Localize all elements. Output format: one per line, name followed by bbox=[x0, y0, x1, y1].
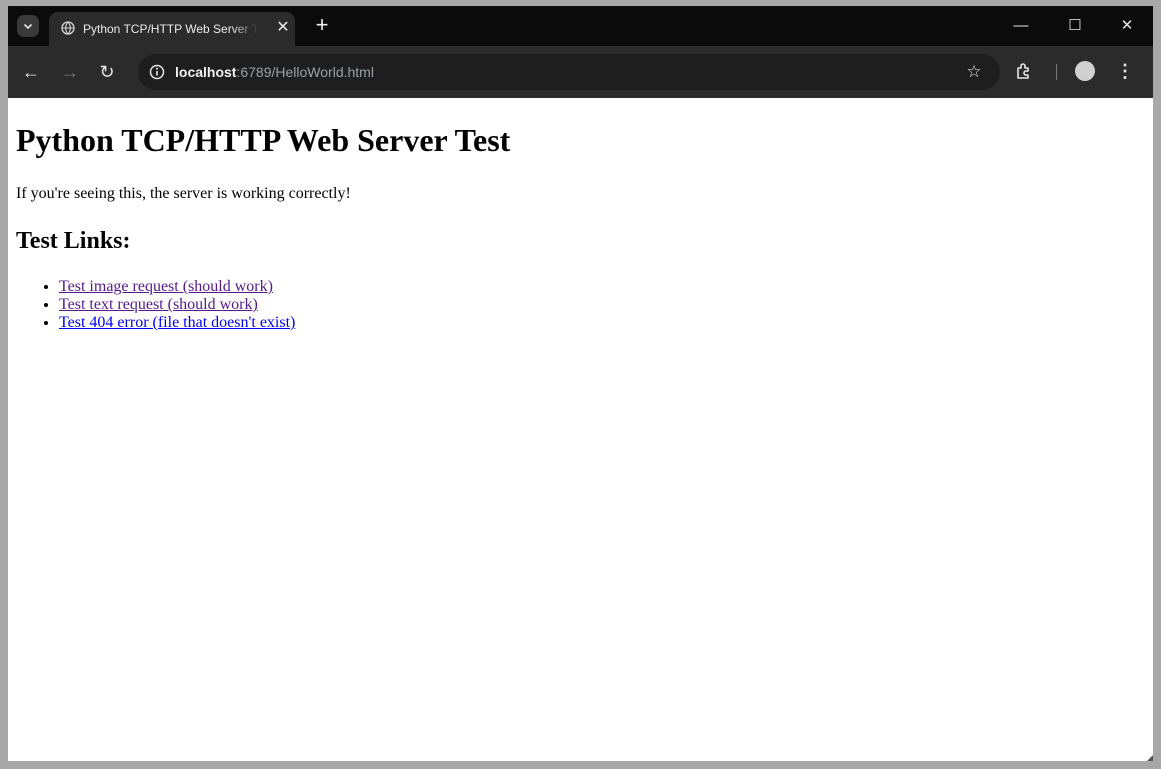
address-bar[interactable]: localhost:6789/HelloWorld.html ☆ bbox=[138, 54, 1000, 90]
list-item: Test image request (should work) bbox=[59, 278, 295, 296]
bookmark-star-icon[interactable]: ☆ bbox=[963, 61, 985, 83]
toolbar-divider bbox=[1056, 64, 1057, 80]
minimize-button[interactable]: — bbox=[1006, 15, 1036, 37]
test-text-link[interactable]: Test text request (should work) bbox=[59, 296, 258, 313]
browser-menu-icon[interactable]: ⋮ bbox=[1114, 60, 1136, 82]
resize-handle-icon[interactable] bbox=[1147, 755, 1153, 761]
test-links-list: Test image request (should work) Test te… bbox=[16, 278, 295, 332]
page-content: Python TCP/HTTP Web Server Test If you'r… bbox=[8, 98, 1153, 761]
list-item: Test text request (should work) bbox=[59, 296, 295, 314]
tab-title: Python TCP/HTTP Web Server Test bbox=[83, 22, 258, 36]
tab-close-icon[interactable]: ✕ bbox=[274, 19, 292, 37]
test-image-link[interactable]: Test image request (should work) bbox=[59, 278, 273, 295]
links-heading: Test Links: bbox=[16, 228, 131, 254]
globe-icon bbox=[61, 21, 75, 35]
tab-search-icon[interactable] bbox=[17, 15, 39, 37]
test-404-link[interactable]: Test 404 error (file that doesn't exist) bbox=[59, 314, 295, 331]
extensions-puzzle-icon[interactable] bbox=[1013, 60, 1035, 82]
close-window-button[interactable]: ✕ bbox=[1112, 15, 1142, 37]
list-item: Test 404 error (file that doesn't exist) bbox=[59, 314, 295, 332]
browser-toolbar: ← → ↻ localhost:6789/HelloWorld.html ☆ bbox=[8, 46, 1153, 98]
intro-text: If you're seeing this, the server is wor… bbox=[16, 185, 351, 202]
forward-button[interactable]: → bbox=[58, 60, 82, 84]
url-host: localhost bbox=[175, 64, 237, 80]
url-text[interactable]: localhost:6789/HelloWorld.html bbox=[175, 63, 374, 81]
profile-avatar[interactable] bbox=[1075, 61, 1095, 81]
browser-window: Python TCP/HTTP Web Server Test ✕ + — ☐ … bbox=[8, 6, 1153, 761]
reload-button[interactable]: ↻ bbox=[95, 60, 119, 84]
maximize-button[interactable]: ☐ bbox=[1060, 15, 1090, 37]
tab-strip: Python TCP/HTTP Web Server Test ✕ + — ☐ … bbox=[8, 6, 1153, 46]
site-info-icon[interactable] bbox=[148, 63, 166, 81]
tab-active[interactable]: Python TCP/HTTP Web Server Test ✕ bbox=[49, 12, 295, 46]
page-title: Python TCP/HTTP Web Server Test bbox=[16, 122, 511, 158]
url-path: :6789/HelloWorld.html bbox=[236, 64, 374, 80]
new-tab-button[interactable]: + bbox=[310, 14, 334, 38]
back-button[interactable]: ← bbox=[19, 60, 43, 84]
